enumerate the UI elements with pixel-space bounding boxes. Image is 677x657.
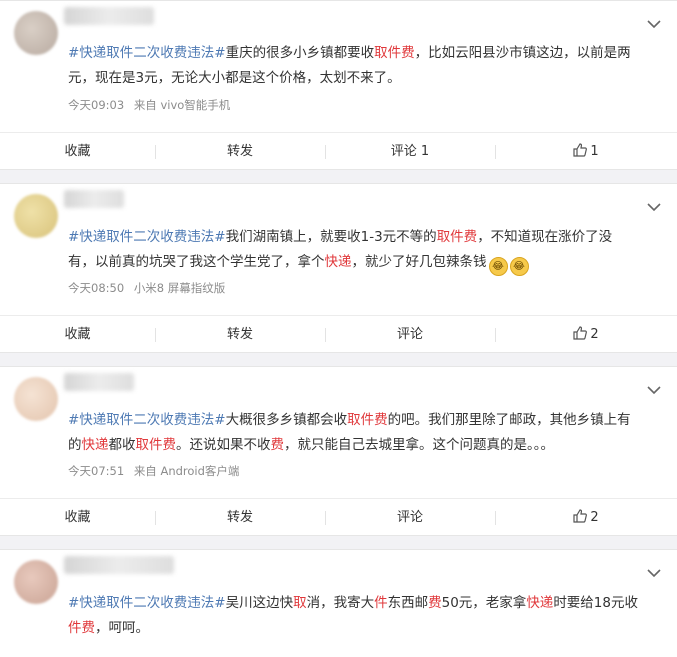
collect-label: 收藏 — [64, 510, 91, 525]
post-source: 来自 Android客户端 — [133, 464, 240, 478]
avatar[interactable] — [14, 560, 58, 604]
comment-label: 评论 — [396, 510, 423, 525]
laughing-emoji-icon: 😂 — [509, 257, 529, 276]
keyword-highlight: 件费 — [68, 620, 95, 636]
thumbs-up-icon — [573, 326, 588, 340]
post-text-fragment: 50元，老家拿 — [441, 595, 527, 611]
post-text-fragment: ，就少了好几包辣条钱 — [351, 254, 487, 270]
hashtag-link[interactable]: #快递取件二次收费违法# — [68, 412, 226, 428]
like-count: 2 — [590, 510, 599, 525]
post-text-fragment: 时要给18元收 — [553, 595, 638, 611]
post-meta: 今天08:50 小米8 屏幕指纹版 — [68, 280, 225, 296]
username-blurred[interactable] — [64, 556, 174, 574]
action-bar: 收藏 转发 评论 2 — [0, 498, 677, 537]
keyword-highlight: 取件费 — [374, 45, 415, 61]
chevron-down-icon[interactable] — [647, 202, 661, 212]
keyword-highlight: 取件费 — [347, 412, 388, 428]
comment-button[interactable]: 评论 1 — [325, 133, 495, 171]
post-text-fragment: 都收 — [108, 437, 136, 453]
keyword-highlight: 快递 — [324, 254, 352, 270]
repost-button[interactable]: 转发 — [155, 316, 325, 354]
comment-card: #快递取件二次收费违法#吴川这边快取消，我寄大件东西邮费50元，老家拿快递时要给… — [0, 549, 677, 657]
comment-label: 评论 — [396, 327, 423, 342]
post-time: 今天08:50 — [68, 281, 125, 295]
keyword-highlight: 取件费 — [436, 229, 478, 245]
post-text-fragment: ，就只能自己去城里拿。这个问题真的是。。。 — [284, 437, 554, 453]
keyword-highlight: 件 — [374, 595, 388, 611]
comment-label: 评论 1 — [390, 144, 430, 159]
repost-label: 转发 — [226, 510, 253, 525]
post-text-fragment: 消，我寄大 — [306, 595, 375, 611]
post-source: 小米8 屏幕指纹版 — [133, 281, 226, 295]
post-text-fragment: 重庆的很多小乡镇都要收 — [225, 45, 375, 61]
post-text-fragment: 。还说如果不收 — [176, 437, 271, 453]
keyword-highlight: 快递 — [81, 437, 109, 453]
post-text-fragment: ，呵呵。 — [95, 620, 149, 636]
avatar[interactable] — [14, 194, 58, 238]
post-text: #快递取件二次收费违法#吴川这边快取消，我寄大件东西邮费50元，老家拿快递时要给… — [68, 591, 639, 641]
chevron-down-icon[interactable] — [647, 19, 661, 29]
post-meta: 今天07:51 来自 Android客户端 — [68, 463, 239, 479]
collect-button[interactable]: 收藏 — [0, 316, 155, 354]
collect-button[interactable]: 收藏 — [0, 499, 155, 537]
avatar[interactable] — [14, 377, 58, 421]
chevron-down-icon[interactable] — [647, 385, 661, 395]
like-button[interactable]: 2 — [495, 499, 677, 537]
repost-label: 转发 — [226, 327, 253, 342]
post-time: 今天07:51 — [68, 464, 125, 478]
like-button[interactable]: 1 — [495, 133, 677, 171]
laughing-emoji-icon: 😂 — [488, 257, 508, 276]
avatar[interactable] — [14, 11, 58, 55]
like-button[interactable]: 2 — [495, 316, 677, 354]
post-text-fragment: 大概很多乡镇都会收 — [225, 412, 348, 428]
comment-card: #快递取件二次收费违法#重庆的很多小乡镇都要收取件费，比如云阳县沙市镇这边，以前… — [0, 0, 677, 170]
collect-label: 收藏 — [64, 144, 91, 159]
keyword-highlight: 费 — [270, 437, 285, 453]
thumbs-up-icon — [573, 509, 588, 523]
post-text-fragment: 东西邮 — [387, 595, 429, 611]
keyword-highlight: 取 — [293, 595, 307, 611]
repost-button[interactable]: 转发 — [155, 133, 325, 171]
keyword-highlight: 快递 — [526, 595, 554, 611]
keyword-highlight: 取件费 — [135, 437, 177, 453]
chevron-down-icon[interactable] — [647, 568, 661, 578]
comment-button[interactable]: 评论 — [325, 499, 495, 537]
username-blurred[interactable] — [64, 373, 134, 391]
comment-card: #快递取件二次收费违法#我们湖南镇上，就要收1-3元不等的取件费，不知道现在涨价… — [0, 183, 677, 353]
post-text: #快递取件二次收费违法#大概很多乡镇都会收取件费的吧。我们那里除了邮政，其他乡镇… — [68, 408, 639, 458]
repost-label: 转发 — [226, 144, 253, 159]
collect-button[interactable]: 收藏 — [0, 133, 155, 171]
collect-label: 收藏 — [64, 327, 91, 342]
action-bar: 收藏 转发 评论 1 1 — [0, 132, 677, 171]
hashtag-link[interactable]: #快递取件二次收费违法# — [68, 595, 226, 611]
hashtag-link[interactable]: #快递取件二次收费违法# — [68, 229, 226, 245]
hashtag-link[interactable]: #快递取件二次收费违法# — [68, 45, 226, 61]
post-text-fragment: 我们湖南镇上，就要收1-3元不等的 — [225, 229, 437, 245]
post-text-fragment: 吴川这边快 — [225, 595, 294, 611]
username-blurred[interactable] — [64, 190, 124, 208]
like-count: 1 — [590, 144, 599, 159]
repost-button[interactable]: 转发 — [155, 499, 325, 537]
like-count: 2 — [590, 327, 599, 342]
post-meta: 今天09:03 来自 vivo智能手机 — [68, 97, 230, 113]
post-time: 今天09:03 — [68, 98, 125, 112]
post-source: 来自 vivo智能手机 — [133, 98, 231, 112]
post-text: #快递取件二次收费违法#我们湖南镇上，就要收1-3元不等的取件费，不知道现在涨价… — [68, 225, 639, 276]
keyword-highlight: 费 — [428, 595, 442, 611]
comment-card: #快递取件二次收费违法#大概很多乡镇都会收取件费的吧。我们那里除了邮政，其他乡镇… — [0, 366, 677, 536]
thumbs-up-icon — [573, 143, 588, 157]
action-bar: 收藏 转发 评论 2 — [0, 315, 677, 354]
post-text: #快递取件二次收费违法#重庆的很多小乡镇都要收取件费，比如云阳县沙市镇这边，以前… — [68, 41, 639, 91]
comment-feed: #快递取件二次收费违法#重庆的很多小乡镇都要收取件费，比如云阳县沙市镇这边，以前… — [0, 0, 677, 657]
username-blurred[interactable] — [64, 7, 154, 25]
comment-button[interactable]: 评论 — [325, 316, 495, 354]
